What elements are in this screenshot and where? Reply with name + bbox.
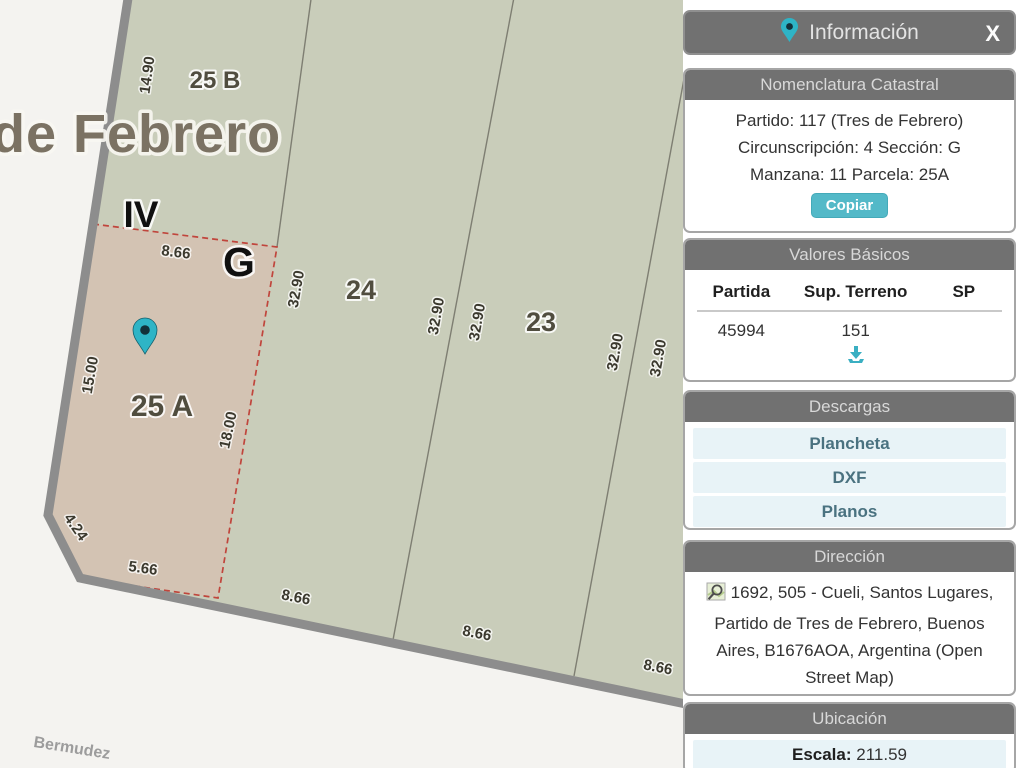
section-direccion-title: Dirección [685, 542, 1014, 572]
scale-row: Escala: 211.59 [693, 740, 1006, 768]
seccion-label: G [223, 239, 255, 285]
value-sup-terreno: 151 [788, 321, 924, 341]
parcel-label-25b: 25 B [190, 67, 241, 94]
copy-button[interactable]: Copiar [811, 193, 889, 218]
column-header-partida: Partida [695, 282, 788, 302]
nomenclatura-partido: Partido: 117 (Tres de Febrero) [685, 107, 1014, 134]
panel-title: Información [809, 21, 919, 45]
nomenclatura-circunscripcion-seccion: Circunscripción: 4 Sección: G [685, 134, 1014, 161]
section-descargas: Descargas Plancheta DXF Planos [683, 390, 1016, 530]
value-partida: 45994 [695, 321, 788, 341]
parcel-label-23: 23 [526, 307, 556, 337]
download-dxf-button[interactable]: DXF [693, 462, 1006, 493]
section-direccion: Dirección 1692, 505 - Cueli, Santos Luga… [683, 540, 1016, 696]
section-ubicacion: Ubicación Escala: 211.59 [683, 702, 1016, 768]
info-panel: Información X Nomenclatura Catastral Par… [683, 0, 1016, 768]
panel-title-bar: Información X [683, 10, 1016, 55]
section-descargas-title: Descargas [685, 392, 1014, 422]
close-icon[interactable]: X [985, 20, 1000, 48]
map-canvas[interactable]: de Febrero IV G 25 B 24 23 25 A 14.90 8.… [0, 0, 683, 768]
scale-value: 211.59 [856, 745, 907, 764]
section-nomenclatura-title: Nomenclatura Catastral [685, 70, 1014, 100]
map-search-icon [706, 582, 726, 610]
parcel-label-25a: 25 A [131, 390, 193, 423]
column-header-sup-terreno: Sup. Terreno [788, 282, 924, 302]
column-header-sp: SP [924, 282, 1004, 302]
section-ubicacion-title: Ubicación [685, 704, 1014, 734]
parcel-label-24: 24 [346, 275, 376, 305]
section-nomenclatura: Nomenclatura Catastral Partido: 117 (Tre… [683, 68, 1016, 233]
scale-label: Escala: [792, 745, 852, 764]
cadastral-viewer: de Febrero IV G 25 B 24 23 25 A 14.90 8.… [0, 0, 1024, 768]
section-valores: Valores Básicos Partida Sup. Terreno SP … [683, 238, 1016, 382]
address-text: 1692, 505 - Cueli, Santos Lugares, Parti… [714, 583, 993, 687]
download-icon [845, 353, 867, 368]
city-label: de Febrero [0, 104, 281, 164]
download-plancheta-button[interactable]: Plancheta [693, 428, 1006, 459]
section-valores-title: Valores Básicos [685, 240, 1014, 270]
map-pin-icon [780, 17, 799, 48]
dimension-label: 8.66 [160, 242, 191, 262]
nomenclatura-manzana-parcela: Manzana: 11 Parcela: 25A [685, 161, 1014, 188]
table-row: 45994 151 [685, 312, 1014, 341]
download-button[interactable] [845, 345, 867, 368]
circunscripcion-label: IV [124, 194, 159, 235]
download-planos-button[interactable]: Planos [693, 496, 1006, 527]
value-sp [924, 321, 1004, 341]
